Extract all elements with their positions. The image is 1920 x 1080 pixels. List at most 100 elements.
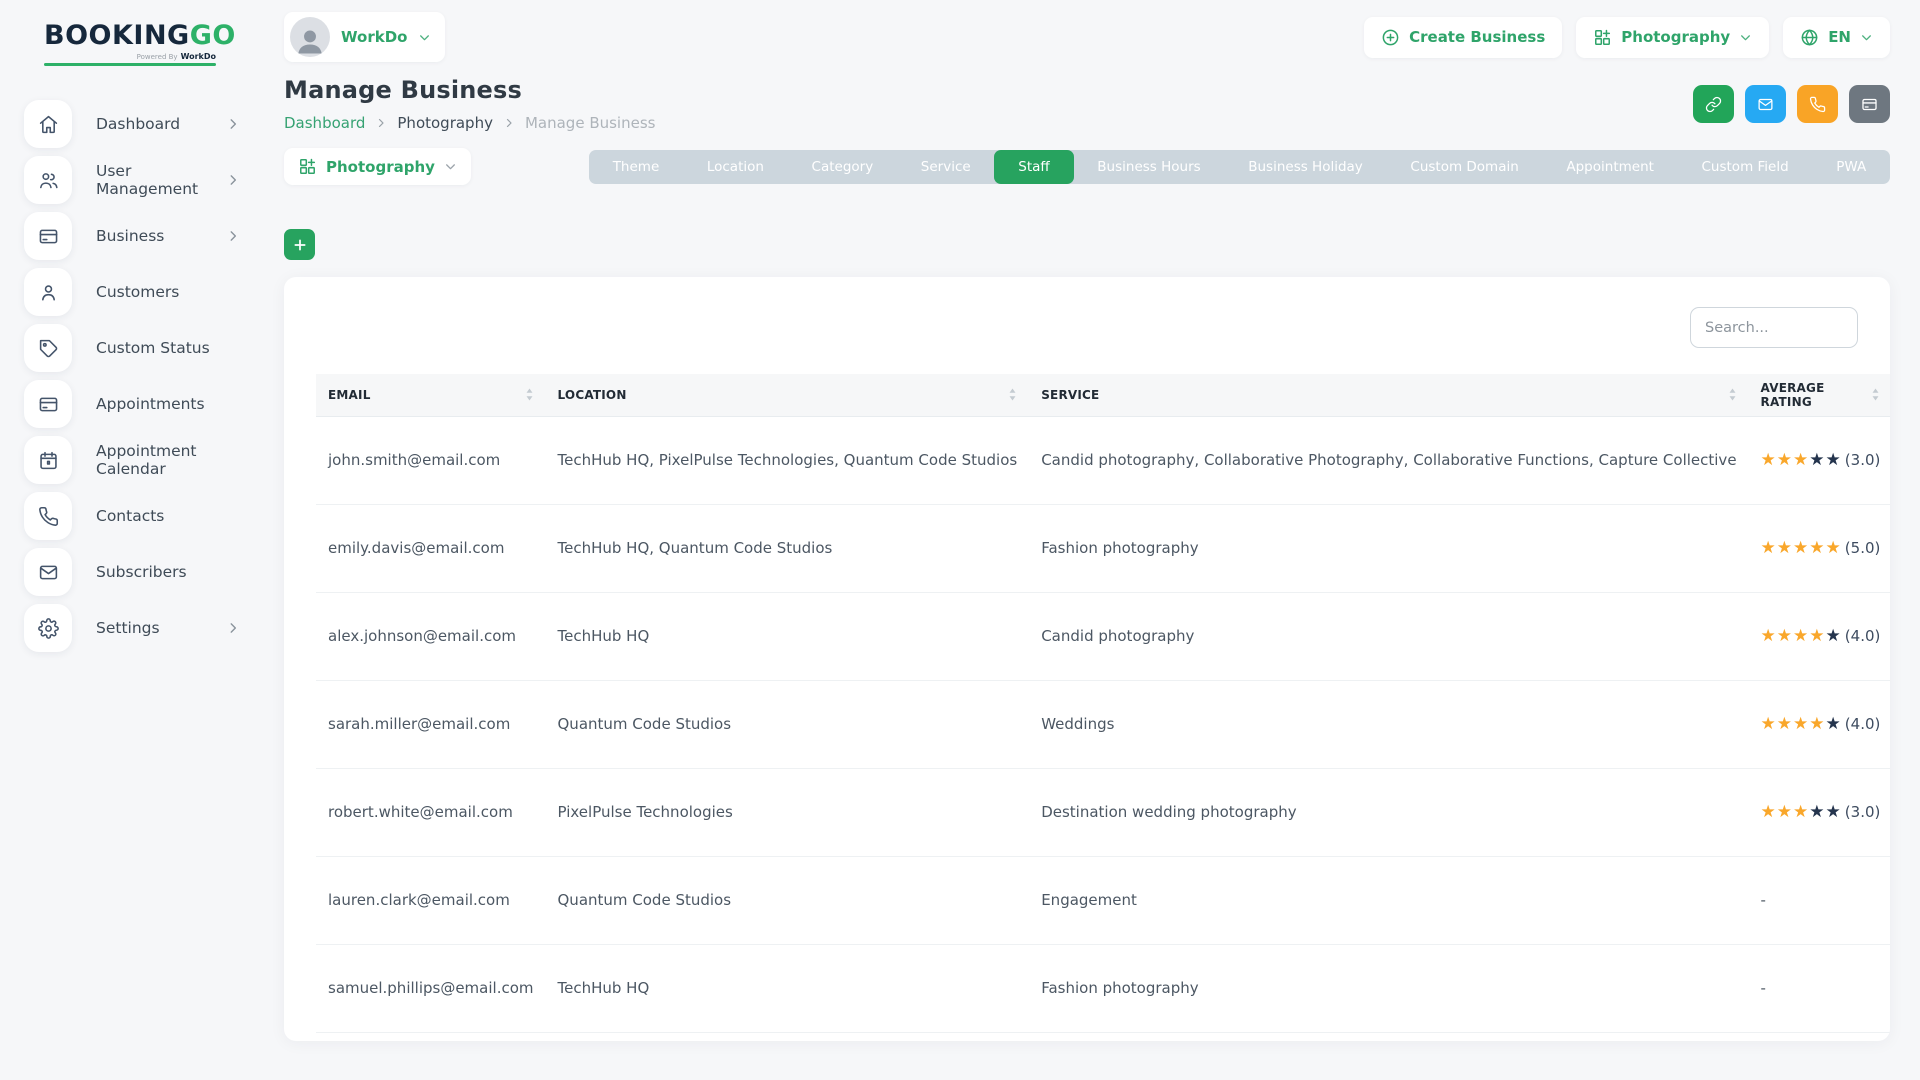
cell-service: Fashion photography	[1029, 944, 1748, 1032]
apps-plus-icon	[1593, 28, 1612, 47]
avatar	[290, 17, 330, 57]
star-empty-icon: ★	[1826, 714, 1842, 734]
column-header-service[interactable]: SERVICE	[1029, 374, 1748, 416]
cell-average-rating: ★★★★★(3.0)	[1749, 768, 1890, 856]
phone-icon	[24, 492, 72, 540]
sidebar-item-label: Contacts	[96, 507, 164, 525]
cell-service: Fashion photography	[1029, 504, 1748, 592]
star-filled-icon: ★	[1793, 626, 1809, 646]
sidebar: BOOKINGGO Powered ByWorkDo Dashboard User…	[0, 0, 260, 1080]
table-row: grace.robinson@email.comQuantum Code Stu…	[316, 1032, 1890, 1041]
cell-service: Candid photography, Collaborative Photog…	[1029, 416, 1748, 504]
sidebar-item-appointments[interactable]: Appointments	[24, 380, 240, 428]
globe-icon	[1800, 28, 1819, 47]
cell-service: Destination wedding photography	[1029, 768, 1748, 856]
sort-icon	[1728, 387, 1737, 402]
star-filled-icon: ★	[1809, 714, 1825, 734]
sidebar-item-subscribers[interactable]: Subscribers	[24, 548, 240, 596]
sidebar-item-label: Customers	[96, 283, 179, 301]
tab-pwa[interactable]: PWA	[1812, 150, 1890, 184]
cell-average-rating: ★★★★★(3.0)	[1749, 416, 1890, 504]
staff-table: EMAILLOCATIONSERVICEAVERAGE RATINGACTION…	[316, 374, 1890, 1041]
sort-icon	[1871, 387, 1880, 402]
star-empty-icon: ★	[1826, 450, 1842, 470]
credit-card-icon	[24, 212, 72, 260]
logo-underline	[44, 63, 216, 66]
cell-location: PixelPulse Technologies	[546, 768, 1030, 856]
page-head: Manage Business DashboardPhotographyMana…	[284, 76, 1890, 132]
tab-service[interactable]: Service	[897, 150, 994, 184]
sidebar-item-label: Subscribers	[96, 563, 187, 581]
tab-category[interactable]: Category	[788, 150, 897, 184]
copy-link-quick-button[interactable]	[1693, 85, 1734, 123]
cell-email: alex.johnson@email.com	[316, 592, 546, 680]
workspace-switcher[interactable]: WorkDo	[284, 12, 445, 62]
sidebar-item-customers[interactable]: Customers	[24, 268, 240, 316]
sidebar-item-user-management[interactable]: User Management	[24, 156, 240, 204]
sidebar-item-dashboard[interactable]: Dashboard	[24, 100, 240, 148]
quick-actions	[1693, 76, 1890, 123]
sidebar-item-appointment-calendar[interactable]: Appointment Calendar	[24, 436, 240, 484]
cell-email: john.smith@email.com	[316, 416, 546, 504]
column-header-location[interactable]: LOCATION	[546, 374, 1030, 416]
cell-service: Destination wedding photography	[1029, 1032, 1748, 1041]
sidebar-item-business[interactable]: Business	[24, 212, 240, 260]
cell-email: samuel.phillips@email.com	[316, 944, 546, 1032]
search-input[interactable]	[1690, 307, 1858, 348]
link-icon	[1705, 96, 1722, 113]
sidebar-item-settings[interactable]: Settings	[24, 604, 240, 652]
star-filled-icon: ★	[1761, 450, 1777, 470]
payment-quick-button[interactable]	[1849, 85, 1890, 123]
user-icon	[24, 268, 72, 316]
breadcrumb-dashboard[interactable]: Dashboard	[284, 114, 365, 132]
business-dropdown-label: Photography	[326, 158, 435, 176]
tab-business-holiday[interactable]: Business Holiday	[1224, 150, 1386, 184]
home-icon	[24, 100, 72, 148]
logo[interactable]: BOOKINGGO Powered ByWorkDo	[44, 22, 216, 66]
cell-email: grace.robinson@email.com	[316, 1032, 546, 1041]
star-filled-icon: ★	[1793, 450, 1809, 470]
credit-card-icon	[1861, 96, 1878, 113]
star-filled-icon: ★	[1777, 802, 1793, 822]
tab-custom-domain[interactable]: Custom Domain	[1387, 150, 1543, 184]
table-body: john.smith@email.comTechHub HQ, PixelPul…	[316, 416, 1890, 1041]
column-header-email[interactable]: EMAIL	[316, 374, 546, 416]
cell-location: TechHub HQ	[546, 592, 1030, 680]
sidebar-item-contacts[interactable]: Contacts	[24, 492, 240, 540]
call-quick-button[interactable]	[1797, 85, 1838, 123]
tab-appointment[interactable]: Appointment	[1543, 150, 1678, 184]
star-filled-icon: ★	[1809, 538, 1825, 558]
sidebar-item-custom-status[interactable]: Custom Status	[24, 324, 240, 372]
star-filled-icon: ★	[1777, 450, 1793, 470]
language-selector[interactable]: EN	[1783, 17, 1890, 58]
business-switcher[interactable]: Photography	[1576, 17, 1769, 58]
business-dropdown[interactable]: Photography	[284, 148, 471, 185]
cell-average-rating: -	[1749, 856, 1890, 944]
sidebar-item-label: User Management	[96, 162, 226, 198]
tab-location[interactable]: Location	[683, 150, 788, 184]
rating-value: (3.0)	[1845, 803, 1881, 821]
rating-value: (5.0)	[1845, 539, 1881, 557]
star-rating: ★★★★★	[1761, 802, 1842, 822]
table-row: alex.johnson@email.comTechHub HQCandid p…	[316, 592, 1890, 680]
tab-business-hours[interactable]: Business Hours	[1074, 150, 1225, 184]
sidebar-item-label: Custom Status	[96, 339, 210, 357]
sidebar-item-label: Business	[96, 227, 164, 245]
column-header-average-rating[interactable]: AVERAGE RATING	[1749, 374, 1890, 416]
star-empty-icon: ★	[1826, 626, 1842, 646]
table-row: sarah.miller@email.comQuantum Code Studi…	[316, 680, 1890, 768]
tab-staff[interactable]: Staff	[994, 150, 1073, 184]
tab-custom-field[interactable]: Custom Field	[1678, 150, 1813, 184]
mail-quick-button[interactable]	[1745, 85, 1786, 123]
phone-icon	[1809, 96, 1826, 113]
credit-card-icon	[24, 380, 72, 428]
create-business-button[interactable]: Create Business	[1364, 17, 1562, 58]
star-empty-icon: ★	[1809, 802, 1825, 822]
sort-icon	[525, 387, 534, 402]
cell-average-rating: ★★★★★(5.0)	[1749, 504, 1890, 592]
star-filled-icon: ★	[1761, 626, 1777, 646]
tab-theme[interactable]: Theme	[589, 150, 683, 184]
sidebar-item-label: Appointments	[96, 395, 205, 413]
cell-service: Candid photography	[1029, 592, 1748, 680]
add-staff-button[interactable]	[284, 229, 315, 260]
